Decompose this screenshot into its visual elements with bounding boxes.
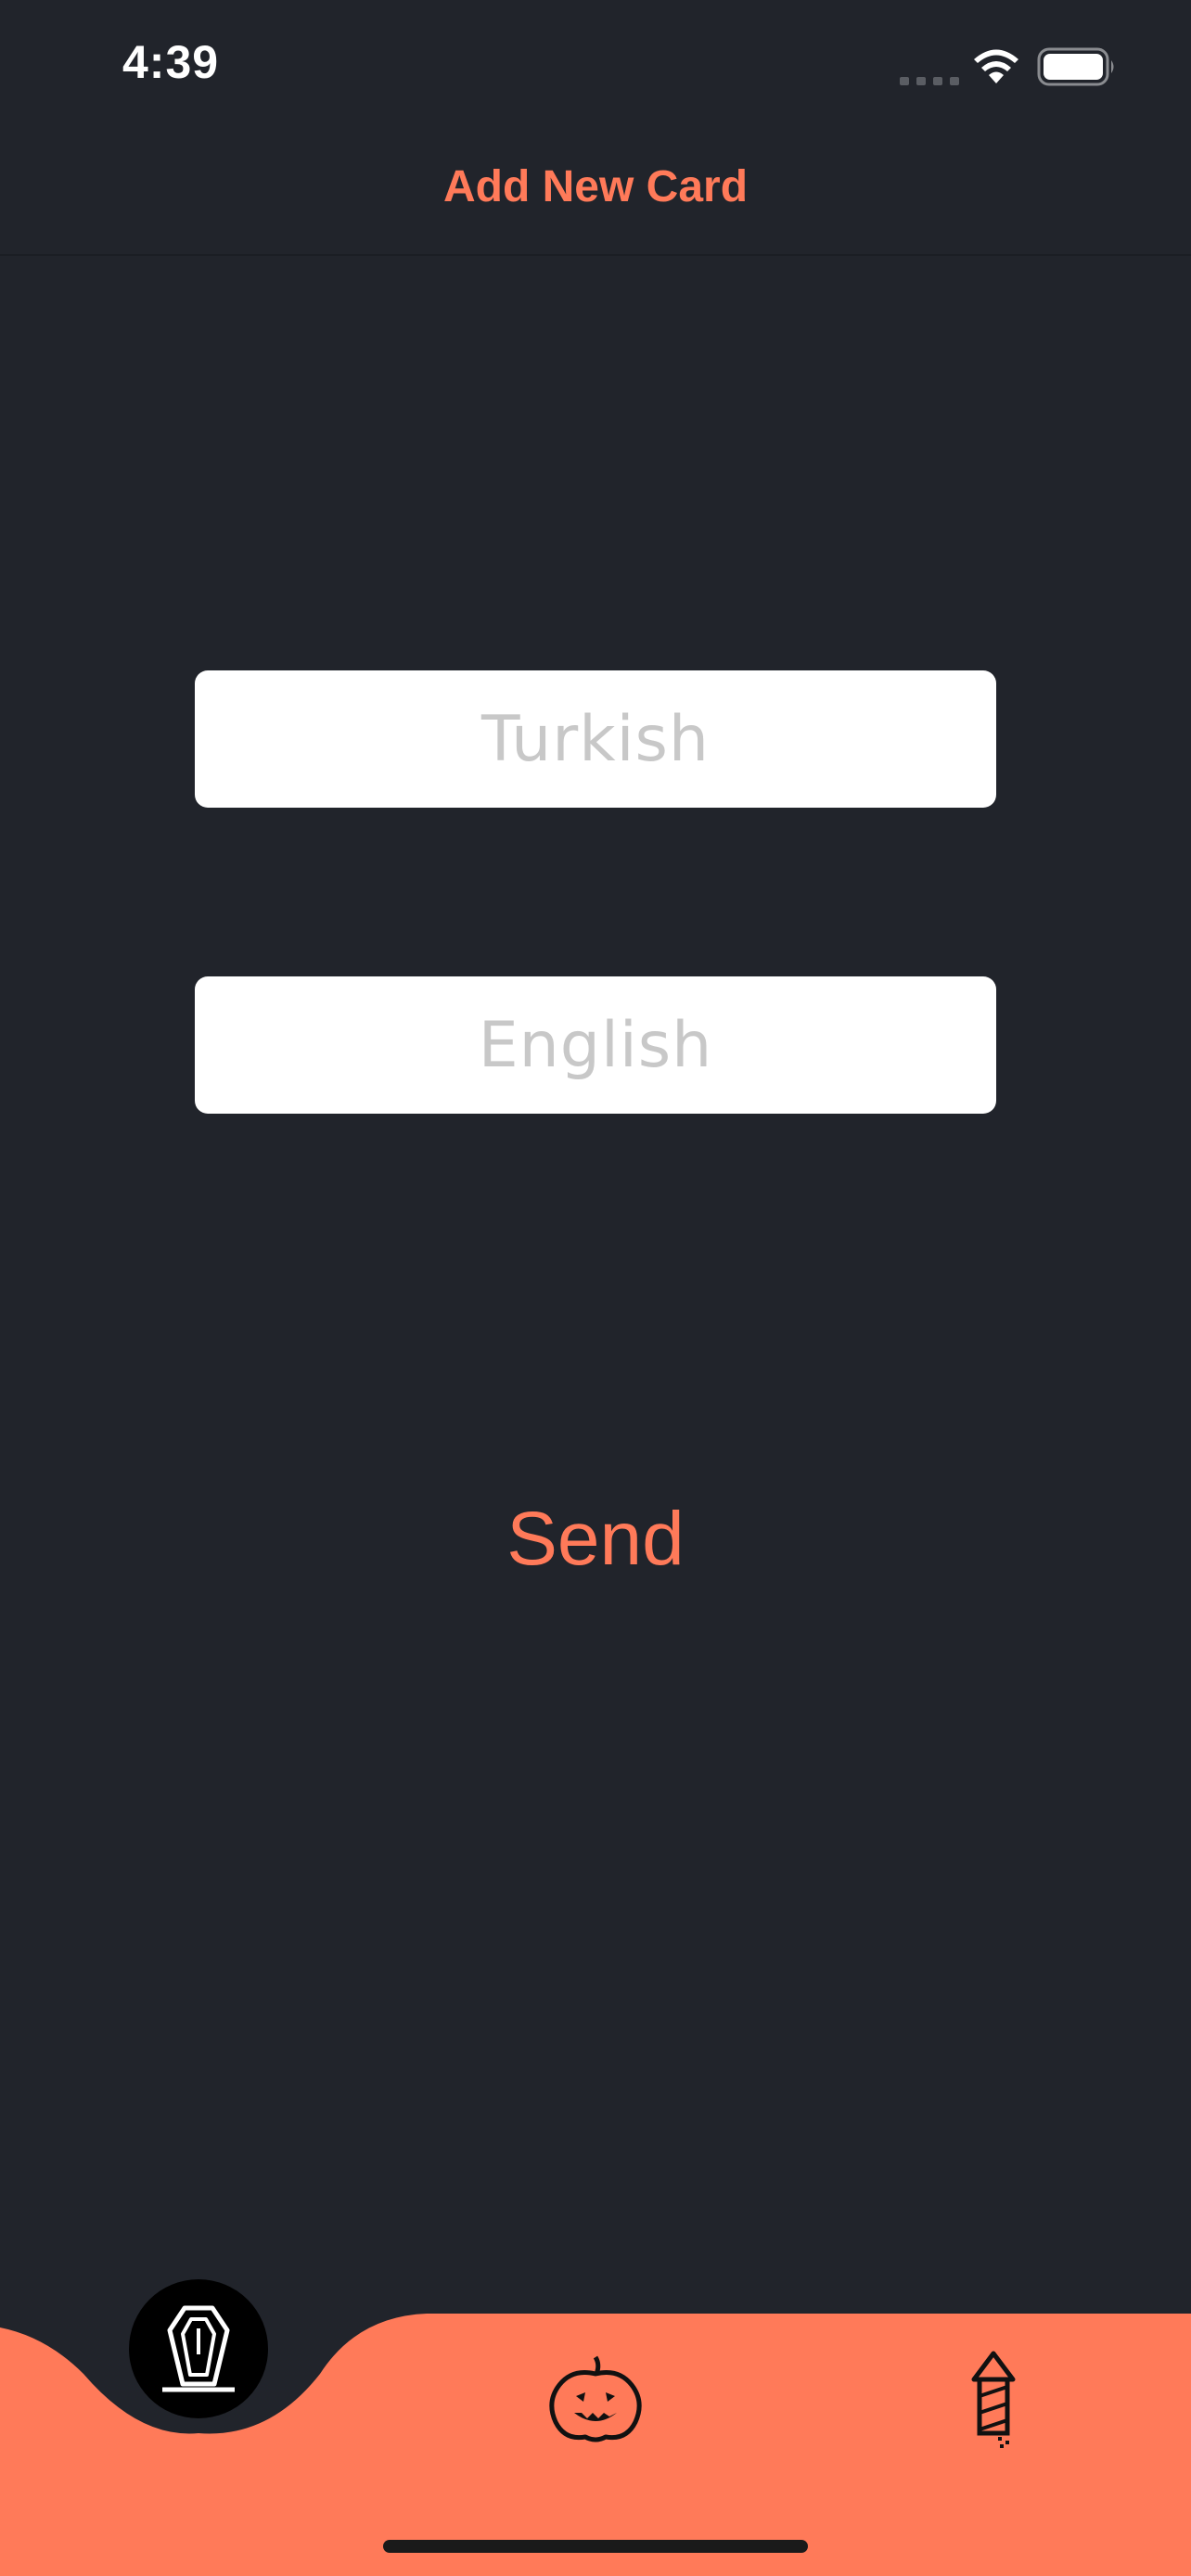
tab-firework-rocket[interactable]: [933, 2339, 1054, 2459]
turkish-input-placeholder: Turkish: [480, 702, 711, 776]
firework-rocket-icon: [971, 2351, 1016, 2448]
send-button[interactable]: Send: [410, 1484, 781, 1595]
english-input-placeholder: English: [478, 1008, 713, 1082]
navigation-bar: Add New Card: [0, 130, 1191, 256]
home-indicator: [383, 2540, 808, 2553]
status-bar: 4:39: [0, 0, 1191, 130]
battery-icon: [1037, 47, 1114, 86]
tab-coffin[interactable]: [129, 2279, 268, 2418]
coffin-icon: [162, 2305, 235, 2392]
status-time: 4:39: [122, 36, 220, 88]
pumpkin-icon: [549, 2355, 642, 2442]
wifi-icon: [974, 49, 1018, 83]
cellular-signal-icon: [900, 77, 959, 85]
turkish-input[interactable]: Turkish: [195, 670, 996, 808]
tab-pumpkin[interactable]: [535, 2339, 656, 2459]
page-title: Add New Card: [442, 162, 749, 211]
english-input[interactable]: English: [195, 976, 996, 1114]
